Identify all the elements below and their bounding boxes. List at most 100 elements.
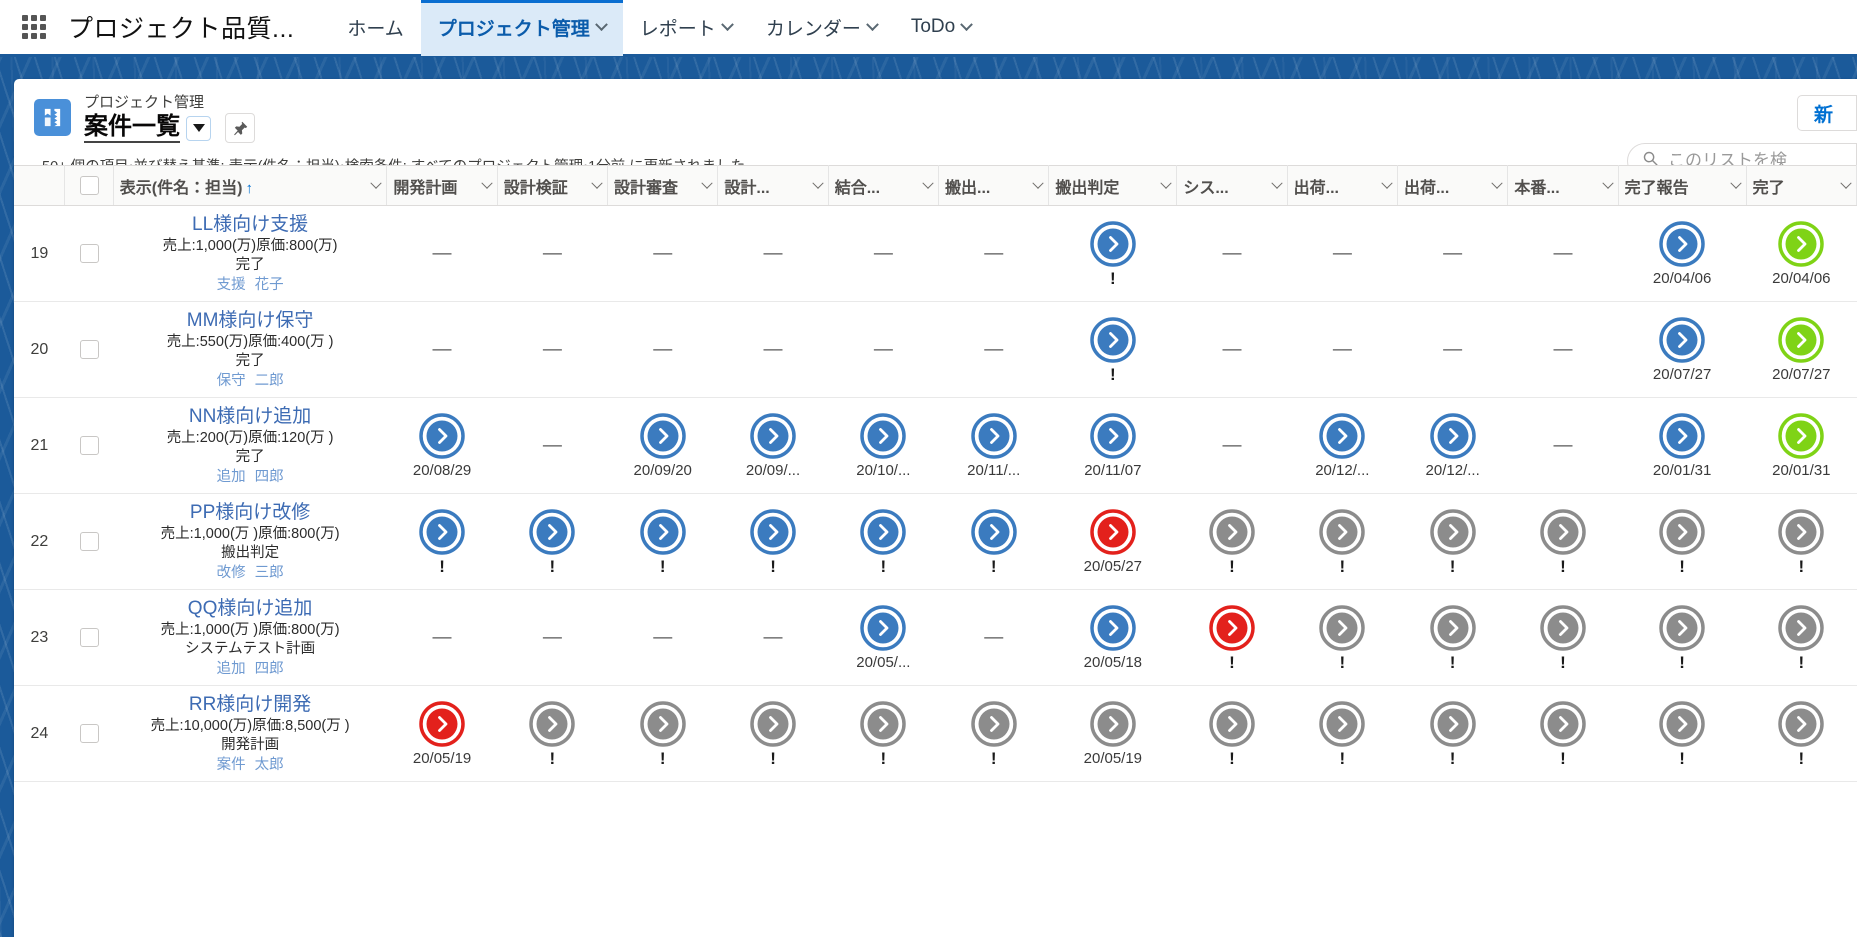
stage-chevron-icon[interactable] — [639, 412, 686, 459]
stage-cell-hanshutsu_hantei[interactable]: 20/11/07 — [1048, 397, 1177, 494]
stage-chevron-icon[interactable] — [1090, 412, 1136, 459]
stage-cell-shukka1[interactable]: 20/12/... — [1287, 397, 1398, 494]
project-owner-link[interactable]: 追加 四郎 — [113, 659, 387, 679]
column-menu-chevron-icon[interactable] — [922, 177, 934, 189]
stage-cell-sekkei[interactable]: 20/09/... — [717, 397, 829, 494]
stage-cell-shukka1[interactable]: ! — [1287, 685, 1398, 782]
stage-cell-shukka2[interactable]: ! — [1397, 685, 1508, 782]
stage-chevron-icon[interactable] — [1540, 700, 1586, 747]
nav-tab-4[interactable]: ToDo — [894, 0, 988, 56]
stage-chevron-icon[interactable] — [1778, 316, 1825, 363]
stage-cell-ketsugo[interactable]: ! — [828, 685, 939, 782]
stage-chevron-icon[interactable] — [639, 700, 686, 747]
stage-cell-hanshutsu_hantei[interactable]: ! — [1048, 205, 1177, 302]
stage-chevron-icon[interactable] — [1429, 604, 1476, 651]
stage-cell-kanryo[interactable]: ! — [1746, 685, 1857, 782]
stage-cell-kanryo_hokoku[interactable]: 20/04/06 — [1618, 205, 1747, 302]
column-header-kaihatsu_keikaku[interactable]: 開発計画 — [386, 165, 498, 206]
table-row[interactable]: 20 MM様向け保守 売上:550(万)原価:400(万 ) 完了 保守 二郎 — — — — — —… — [14, 301, 1857, 398]
stage-chevron-icon[interactable] — [1429, 700, 1476, 747]
column-header-kanryo_hokoku[interactable]: 完了報告 — [1618, 165, 1747, 206]
stage-chevron-icon[interactable] — [1319, 604, 1366, 651]
stage-chevron-icon[interactable] — [1659, 220, 1705, 267]
stage-cell-kanryo_hokoku[interactable]: ! — [1618, 589, 1747, 686]
column-menu-chevron-icon[interactable] — [1381, 177, 1393, 189]
stage-cell-kaihatsu_keikaku[interactable]: ! — [386, 493, 498, 590]
column-menu-chevron-icon[interactable] — [1729, 177, 1742, 189]
column-header-hanshutsu[interactable]: 搬出... — [938, 165, 1050, 206]
project-name-link[interactable]: RR様向け開発 — [113, 693, 387, 717]
stage-chevron-icon[interactable] — [1659, 508, 1705, 555]
column-menu-chevron-icon[interactable] — [701, 177, 714, 189]
stage-chevron-icon[interactable] — [1778, 700, 1825, 747]
stage-cell-hanshutsu[interactable]: ! — [938, 685, 1049, 782]
column-header-system[interactable]: シス... — [1176, 165, 1288, 206]
stage-chevron-icon[interactable] — [1090, 316, 1136, 363]
stage-chevron-icon[interactable] — [1209, 508, 1255, 555]
table-row[interactable]: 23 QQ様向け追加 売上:1,000(万 )原価:800(万) システムテスト計画追… — [14, 589, 1857, 686]
column-header-sekkei[interactable]: 設計... — [717, 165, 829, 206]
stage-chevron-icon[interactable] — [750, 508, 796, 555]
stage-cell-ketsugo[interactable]: 20/05/... — [828, 589, 939, 686]
row-select-cell[interactable] — [64, 589, 114, 686]
stage-chevron-icon[interactable] — [1090, 508, 1136, 555]
stage-cell-sekkei_kensho[interactable]: ! — [497, 493, 608, 590]
stage-chevron-icon[interactable] — [1090, 220, 1136, 267]
column-header-ketsugo[interactable]: 結合... — [828, 165, 940, 206]
stage-cell-kanryo_hokoku[interactable]: ! — [1618, 685, 1747, 782]
table-row[interactable]: 22 PP様向け改修 売上:1,000(万 )原価:800(万) 搬出判定 改修 三郎!!… — [14, 493, 1857, 590]
stage-chevron-icon[interactable] — [1659, 412, 1705, 459]
column-header-sekkei_kensho[interactable]: 設計検証 — [497, 165, 609, 206]
column-menu-chevron-icon[interactable] — [1491, 177, 1503, 189]
new-record-button[interactable]: 新 — [1797, 95, 1857, 131]
column-header-hanshutsu_hantei[interactable]: 搬出判定 — [1048, 165, 1178, 206]
stage-cell-kaihatsu_keikaku[interactable]: 20/05/19 — [386, 685, 498, 782]
column-header-kanryo[interactable]: 完了 — [1746, 165, 1857, 206]
column-menu-chevron-icon[interactable] — [1270, 177, 1283, 189]
chevron-down-icon[interactable] — [720, 17, 734, 31]
column-header-name[interactable]: 表示(件名：担当) ↑ — [113, 165, 388, 206]
stage-chevron-icon[interactable] — [1659, 316, 1705, 363]
stage-chevron-icon[interactable] — [1319, 412, 1366, 459]
column-menu-chevron-icon[interactable] — [812, 177, 824, 189]
nav-tab-3[interactable]: カレンダー — [749, 0, 894, 56]
stage-chevron-icon[interactable] — [529, 508, 576, 555]
select-all-checkbox[interactable] — [79, 176, 99, 195]
stage-chevron-icon[interactable] — [970, 508, 1017, 555]
stage-cell-sekkei[interactable]: ! — [717, 685, 829, 782]
stage-cell-hanshutsu_hantei[interactable]: 20/05/19 — [1048, 685, 1177, 782]
project-owner-link[interactable]: 案件 太郎 — [113, 755, 387, 775]
table-row[interactable]: 24 RR様向け開発 売上:10,000(万)原価:8,500(万 ) 開発計画 案件太… — [14, 685, 1857, 782]
column-header-shukka2[interactable]: 出荷... — [1397, 165, 1509, 206]
column-menu-chevron-icon[interactable] — [1160, 177, 1172, 189]
column-header-checkbox[interactable] — [64, 165, 114, 206]
stage-chevron-icon[interactable] — [1319, 508, 1366, 555]
row-checkbox[interactable] — [79, 244, 99, 263]
nav-tab-0[interactable]: ホーム — [330, 0, 420, 56]
stage-cell-kaihatsu_keikaku[interactable]: 20/08/29 — [386, 397, 498, 494]
stage-cell-hanshutsu_hantei[interactable]: 20/05/27 — [1048, 493, 1177, 590]
app-launcher-grid-icon[interactable] — [14, 8, 54, 46]
stage-chevron-icon[interactable] — [970, 412, 1017, 459]
nav-tab-2[interactable]: レポート — [623, 0, 749, 56]
column-menu-chevron-icon[interactable] — [1032, 177, 1045, 189]
stage-chevron-icon[interactable] — [1659, 700, 1705, 747]
stage-cell-kanryo[interactable]: ! — [1746, 589, 1857, 686]
pin-icon[interactable] — [225, 113, 255, 143]
row-checkbox[interactable] — [79, 628, 99, 647]
stage-chevron-icon[interactable] — [419, 508, 465, 555]
stage-chevron-icon[interactable] — [419, 700, 465, 747]
stage-cell-shukka2[interactable]: ! — [1397, 493, 1508, 590]
stage-chevron-icon[interactable] — [1319, 700, 1366, 747]
stage-chevron-icon[interactable] — [750, 700, 796, 747]
stage-chevron-icon[interactable] — [1778, 220, 1825, 267]
stage-cell-sekkei[interactable]: ! — [717, 493, 829, 590]
stage-chevron-icon[interactable] — [1778, 604, 1825, 651]
chevron-down-icon[interactable] — [186, 115, 211, 141]
stage-cell-honban[interactable]: ! — [1507, 493, 1619, 590]
project-owner-link[interactable]: 追加 四郎 — [113, 467, 387, 487]
project-name-link[interactable]: PP様向け改修 — [113, 501, 387, 525]
stage-cell-shukka2[interactable]: 20/12/... — [1397, 397, 1508, 494]
row-select-cell[interactable] — [64, 301, 114, 398]
stage-cell-sekkei_shinsa[interactable]: 20/09/20 — [607, 397, 718, 494]
